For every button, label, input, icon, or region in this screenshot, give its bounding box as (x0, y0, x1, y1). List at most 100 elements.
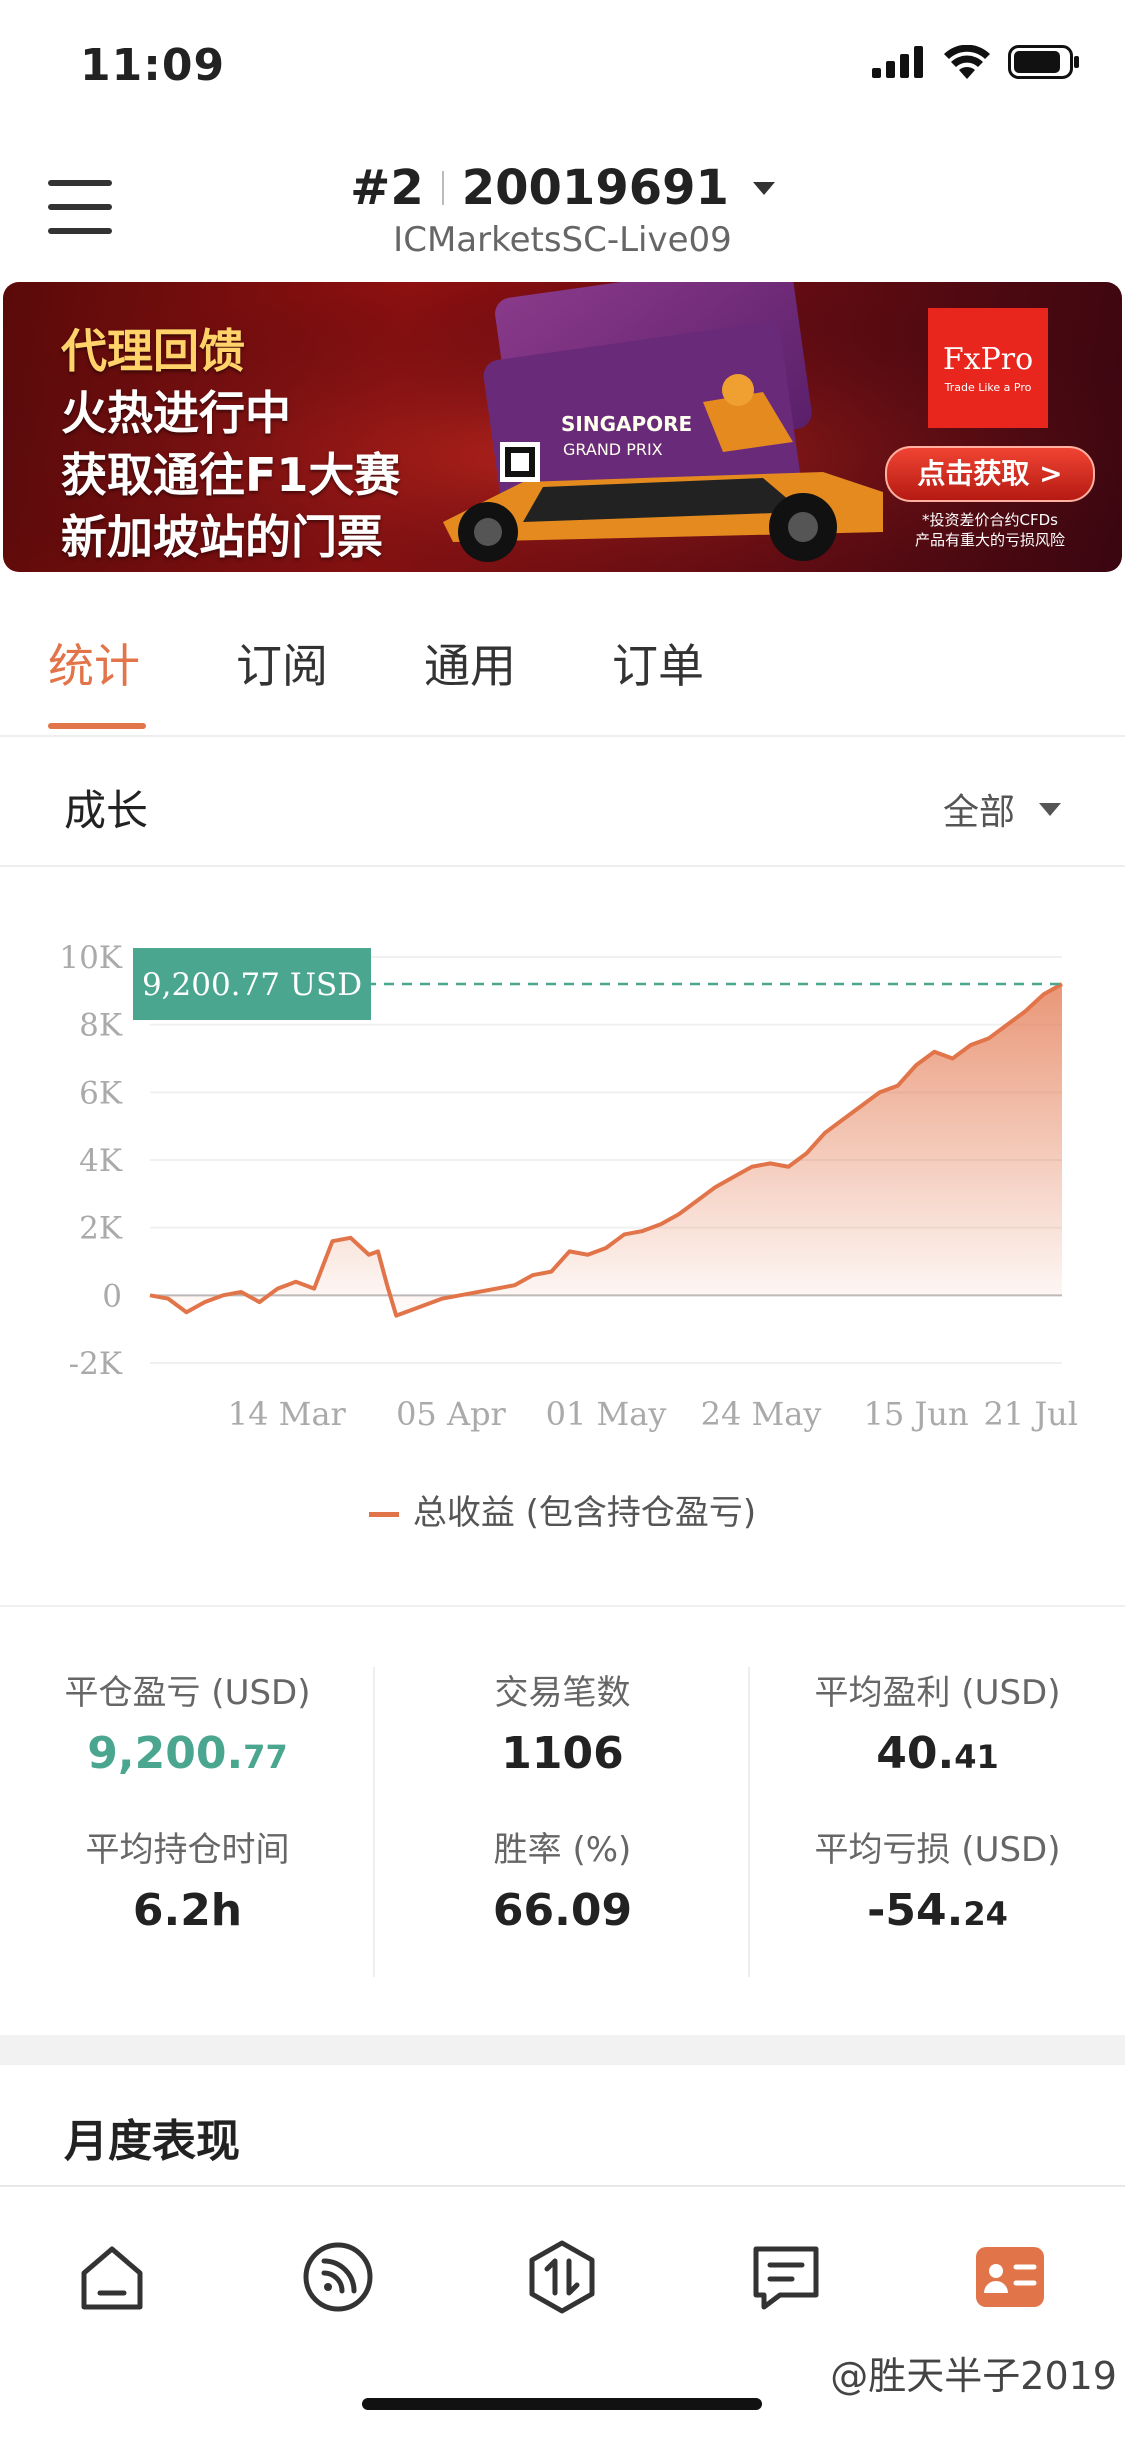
card-label-2: GRAND PRIX (563, 440, 663, 459)
stat-value-dec: 24 (963, 1895, 1008, 1933)
nav-home[interactable] (72, 2237, 152, 2317)
stat-value: -54.24 (750, 1885, 1125, 1936)
stat-label: 平均持仓时间 (85, 1830, 290, 1870)
monthly-title: 月度表现 (64, 2116, 240, 2167)
disclaimer-line-1: *投资差价合约CFDs (922, 511, 1058, 529)
account-index: #2 (350, 160, 424, 216)
feed-icon (303, 2242, 373, 2312)
home-indicator (362, 2398, 762, 2410)
chevron-down-icon (752, 181, 775, 195)
message-icon (753, 2246, 819, 2310)
x-tick-label: 21 Jul (983, 1395, 1078, 1433)
trade-icon (529, 2240, 595, 2314)
banner-line-1: 代理回馈 (61, 324, 245, 378)
x-tick-label: 24 May (701, 1395, 822, 1433)
wifi-icon (944, 45, 990, 79)
stat-value: 9,200.77 (0, 1728, 375, 1779)
x-tick-label: 15 Jun (864, 1395, 969, 1433)
account-header: #2 20019691 ICMarketsSC-Live09 (0, 140, 1125, 280)
y-tick-label: 4K (79, 1143, 123, 1179)
system-icons (872, 45, 1080, 79)
card-label-1: SINGAPORE (561, 412, 693, 436)
stat-value-int: 40. (876, 1728, 955, 1779)
battery-icon (1008, 45, 1079, 79)
stat-avg-hold: 平均持仓时间 6.2h (0, 1822, 375, 1936)
chart-legend[interactable]: 总收益 (包含持仓盈亏) (0, 1485, 1125, 1534)
tab-bar: 统计 订阅 通用 订单 (0, 575, 1125, 737)
logo-brand: FxPro (942, 342, 1034, 377)
status-time: 11:09 (80, 40, 226, 91)
tab-orders[interactable]: 订单 (612, 630, 704, 696)
separator (441, 171, 444, 205)
stat-label: 交易笔数 (494, 1673, 631, 1713)
series-area (150, 984, 1062, 1316)
server-name: ICMarketsSC-Live09 (393, 220, 732, 260)
home-icon (81, 2246, 143, 2310)
chevron-down-icon (1039, 802, 1061, 816)
monthly-section: 月度表现 (0, 2065, 1125, 2185)
signal-icon (872, 46, 923, 78)
stat-avg-profit: 平均盈利 (USD) 40.41 (750, 1665, 1125, 1779)
disclaimer-line-2: 产品有重大的亏损风险 (915, 531, 1066, 549)
growth-chart-svg: 10K 8K 6K 4K 2K 0 -2K 14 Mar 05 Apr 01 May 24 May 1… (59, 940, 1078, 1433)
tab-statistics[interactable]: 统计 (48, 630, 140, 696)
y-tick-label: 10K (59, 940, 122, 976)
x-tick-label: 14 Mar (228, 1395, 347, 1433)
cta-button[interactable]: 点击获取 > (885, 446, 1095, 502)
range-filter-label: 全部 (942, 792, 1015, 833)
legend-swatch (368, 1512, 399, 1517)
x-tick-label: 05 Apr (396, 1395, 506, 1433)
stat-value: 40.41 (750, 1728, 1125, 1779)
watermark: @胜天半子2019 (830, 2354, 1117, 2398)
stat-value: 66.09 (492, 1885, 633, 1936)
banner-line-4: 新加坡站的门票 (61, 510, 383, 564)
stat-win-rate: 胜率 (%) 66.09 (375, 1822, 750, 1936)
logo-tagline: Trade Like a Pro (944, 381, 1032, 394)
y-tick-label: 0 (102, 1278, 122, 1314)
growth-section-header: 成长 全部 (0, 735, 1125, 867)
nav-profile[interactable] (970, 2237, 1050, 2317)
stat-label: 平均盈利 (USD) (814, 1673, 1061, 1713)
account-selector[interactable]: #2 20019691 ICMarketsSC-Live09 (0, 160, 1125, 260)
stat-label: 胜率 (%) (493, 1830, 632, 1870)
growth-title: 成长 (64, 786, 149, 835)
stat-trades: 交易笔数 1106 (375, 1665, 750, 1779)
cta-label: 点击获取 > (917, 457, 1063, 490)
nav-feed[interactable] (298, 2237, 378, 2317)
stat-value: 1106 (501, 1728, 624, 1779)
stat-label: 平均亏损 (USD) (814, 1830, 1061, 1870)
stat-avg-loss: 平均亏损 (USD) -54.24 (750, 1822, 1125, 1936)
current-value-label: 9,200.77 USD (142, 967, 362, 1003)
stat-label: 平仓盈亏 (USD) (64, 1673, 311, 1713)
section-gap (0, 2035, 1125, 2065)
tab-general[interactable]: 通用 (424, 630, 516, 696)
nav-messages[interactable] (746, 2237, 826, 2317)
y-tick-label: 6K (79, 1075, 123, 1111)
stat-value: 6.2h (132, 1885, 243, 1936)
tab-subscribe[interactable]: 订阅 (236, 630, 328, 696)
banner-line-2: 火热进行中 (61, 386, 291, 440)
stat-value-int: 9,200. (87, 1728, 244, 1779)
stat-value-dec: 77 (243, 1738, 288, 1776)
stat-value-dec: 41 (954, 1738, 999, 1776)
banner-headline: 代理回馈 火热进行中 获取通往F1大赛 新加坡站的门票 (61, 320, 400, 568)
stats-grid: 平仓盈亏 (USD) 9,200.77 交易笔数 1106 平均盈利 (USD)… (0, 1605, 1125, 2037)
growth-chart: 10K 8K 6K 4K 2K 0 -2K 14 Mar 05 Apr 01 May 24 May 1… (0, 865, 1125, 1605)
account-number: 20019691 (461, 160, 729, 216)
active-tab-indicator (48, 723, 146, 729)
profile-card-icon (976, 2247, 1044, 2307)
y-tick-label: 8K (79, 1008, 123, 1044)
x-tick-label: 01 May (546, 1395, 667, 1433)
range-filter[interactable]: 全部 (943, 783, 1061, 835)
stat-closed-pnl: 平仓盈亏 (USD) 9,200.77 (0, 1665, 375, 1779)
fxpro-logo: FxPro Trade Like a Pro (928, 308, 1048, 428)
status-bar: 11:09 (0, 0, 1125, 140)
y-tick-label: 2K (79, 1211, 123, 1247)
banner-line-3: 获取通往F1大赛 (61, 448, 401, 502)
legend-label: 总收益 (包含持仓盈亏) (412, 1493, 757, 1533)
stat-value-int: -54. (867, 1885, 964, 1936)
promo-banner[interactable]: SINGAPORE GRAND PRIX 代理回馈 火热进行中 获取通往F1大赛… (3, 282, 1122, 572)
risk-disclaimer: *投资差价合约CFDs 产品有重大的亏损风险 (915, 510, 1065, 550)
y-tick-label: -2K (69, 1346, 123, 1382)
nav-trade[interactable] (522, 2237, 602, 2317)
